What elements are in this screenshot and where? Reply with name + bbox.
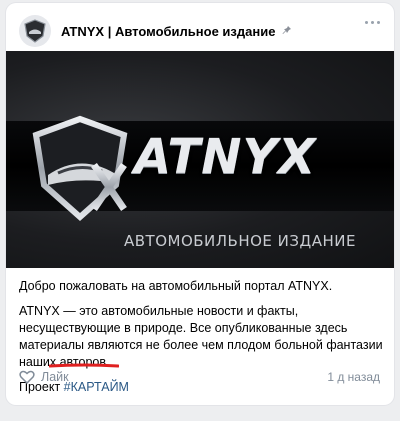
- shield-car-logo: [32, 115, 128, 222]
- post-paragraph-1: Добро пожаловать на автомобильный портал…: [19, 279, 333, 293]
- post-footer: Лайк 1 д назад: [19, 367, 384, 387]
- post-timestamp[interactable]: 1 д назад: [327, 370, 380, 384]
- post-paragraph-2: ATNYX — это автомобильные новости и факт…: [19, 304, 383, 369]
- like-label: Лайк: [41, 370, 69, 384]
- banner-logo-text: ATNYX: [134, 129, 317, 185]
- heart-icon: [19, 370, 35, 384]
- pin-icon: [282, 25, 292, 38]
- author-name[interactable]: ATNYX | Автомобильное издание: [61, 24, 275, 39]
- like-button[interactable]: Лайк: [19, 370, 69, 384]
- avatar[interactable]: [19, 15, 51, 47]
- banner-logo-subtitle: АВТОМОБИЛЬНОЕ ИЗДАНИЕ: [124, 232, 356, 250]
- more-icon[interactable]: [365, 21, 380, 24]
- post-header: ATNYX | Автомобильное издание: [19, 15, 292, 47]
- post-banner-image[interactable]: ATNYX АВТОМОБИЛЬНОЕ ИЗДАНИЕ: [6, 51, 394, 268]
- shield-car-logo-small: [24, 19, 46, 43]
